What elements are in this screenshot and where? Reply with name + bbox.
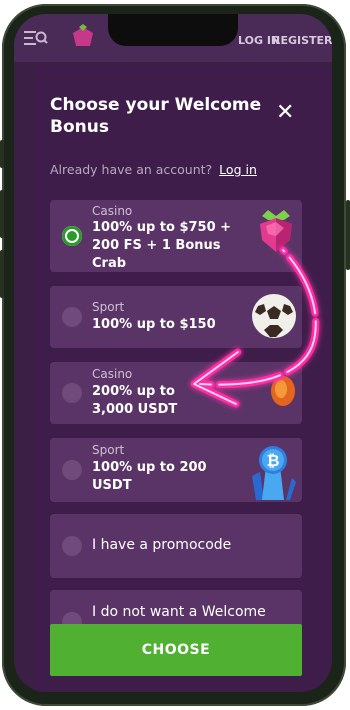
bitcoin-crystal-icon: ₿ — [250, 442, 296, 504]
site-logo-icon[interactable] — [70, 24, 96, 50]
option-text: 100% up to $750 + 200 FS + 1 Bonus Crab — [92, 220, 232, 271]
phone-screen: LOG IN REGISTER Choose your Welcome Bonu… — [14, 14, 332, 692]
choose-button[interactable]: CHOOSE — [50, 624, 302, 676]
bonus-option-casino-3000-usdt[interactable]: Casino 200% up to 3,000 USDT — [50, 362, 302, 424]
raspberry-gem-icon — [256, 206, 296, 260]
orange-coin-icon — [270, 374, 296, 412]
option-type-label: Sport — [92, 300, 125, 314]
phone-volume-down — [0, 250, 4, 298]
radio-button[interactable] — [62, 307, 82, 327]
option-type-label: Casino — [92, 367, 133, 381]
already-account-text: Already have an account? — [50, 162, 213, 177]
radio-button[interactable] — [62, 383, 82, 403]
radio-button-selected[interactable] — [62, 226, 82, 246]
menu-search-icon[interactable] — [24, 28, 48, 52]
welcome-bonus-modal: Choose your Welcome Bonus ✕ Already have… — [36, 66, 332, 692]
bonus-option-casino-750[interactable]: Casino 100% up to $750 + 200 FS + 1 Bonu… — [50, 200, 302, 272]
promocode-option[interactable]: I have a promocode — [50, 514, 302, 578]
radio-button[interactable] — [62, 536, 82, 556]
bonus-option-sport-200-usdt[interactable]: Sport 100% up to 200 USDT ₿ — [50, 438, 302, 502]
close-icon[interactable]: ✕ — [276, 100, 294, 125]
phone-power-button — [346, 200, 350, 270]
phone-side-button — [0, 140, 4, 168]
option-text: 100% up to 200 USDT — [92, 460, 207, 493]
soccer-ball-icon — [250, 292, 298, 344]
header-register-link[interactable]: REGISTER — [272, 34, 332, 47]
radio-button[interactable] — [62, 460, 82, 480]
option-type-label: Casino — [92, 204, 133, 218]
option-type-label: Sport — [92, 443, 125, 457]
already-account-line: Already have an account? Log in — [50, 162, 257, 177]
option-text: I have a promocode — [92, 537, 232, 553]
svg-text:₿: ₿ — [266, 451, 279, 470]
modal-title: Choose your Welcome Bonus — [50, 95, 262, 137]
bonus-option-sport-150[interactable]: Sport 100% up to $150 — [50, 286, 302, 348]
option-text: 200% up to 3,000 USDT — [92, 384, 178, 417]
phone-volume-up — [0, 190, 4, 238]
phone-notch — [108, 14, 238, 46]
login-link[interactable]: Log in — [219, 162, 257, 177]
option-text: 100% up to $150 — [92, 317, 216, 332]
